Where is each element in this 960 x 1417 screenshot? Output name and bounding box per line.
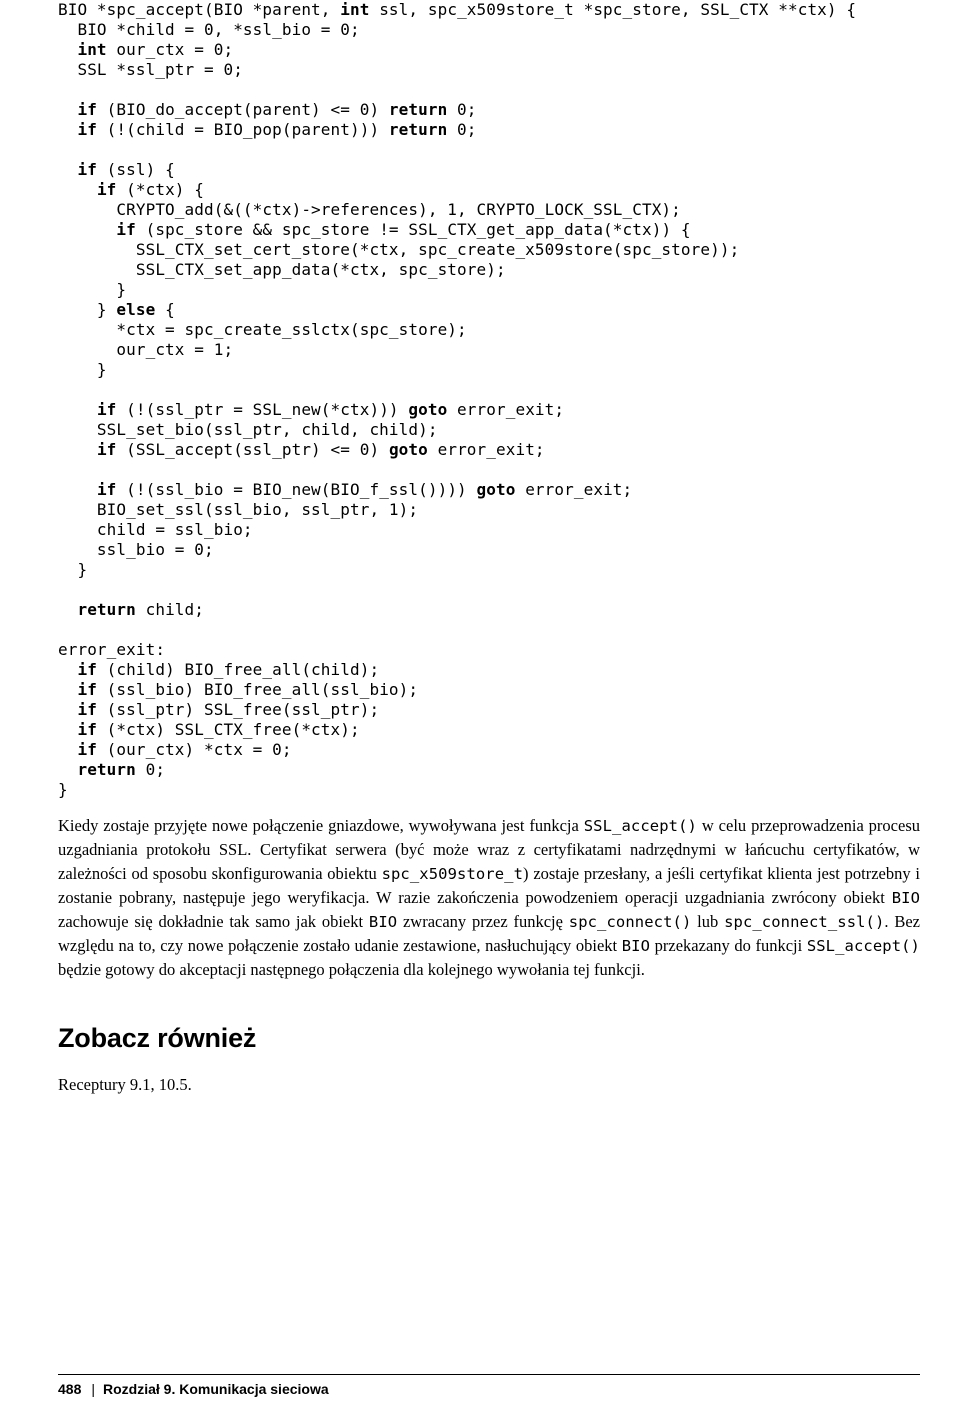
inline-code: BIO — [892, 889, 920, 907]
inline-code: spc_x509store_t — [382, 865, 523, 883]
body-paragraph: Kiedy zostaje przyjęte nowe połączenie g… — [58, 814, 920, 981]
inline-code: spc_connect_ssl() — [724, 913, 884, 931]
inline-code: SSL_accept() — [807, 937, 920, 955]
inline-code: spc_connect() — [569, 913, 692, 931]
chapter-title: Rozdział 9. Komunikacja sieciowa — [103, 1381, 329, 1397]
page-number: 488 — [58, 1381, 81, 1397]
footer-text: 488|Rozdział 9. Komunikacja sieciowa — [58, 1379, 920, 1399]
code-block: BIO *spc_accept(BIO *parent, int ssl, sp… — [58, 0, 920, 800]
see-also-heading: Zobacz również — [58, 1019, 920, 1058]
page: BIO *spc_accept(BIO *parent, int ssl, sp… — [0, 0, 960, 1417]
footer-rule — [58, 1374, 920, 1375]
page-footer: 488|Rozdział 9. Komunikacja sieciowa — [0, 1374, 960, 1399]
related-recipes: Receptury 9.1, 10.5. — [58, 1073, 920, 1097]
inline-code: BIO — [622, 937, 650, 955]
inline-code: SSL_accept() — [584, 817, 697, 835]
inline-code: BIO — [369, 913, 397, 931]
footer-separator: | — [81, 1379, 103, 1399]
